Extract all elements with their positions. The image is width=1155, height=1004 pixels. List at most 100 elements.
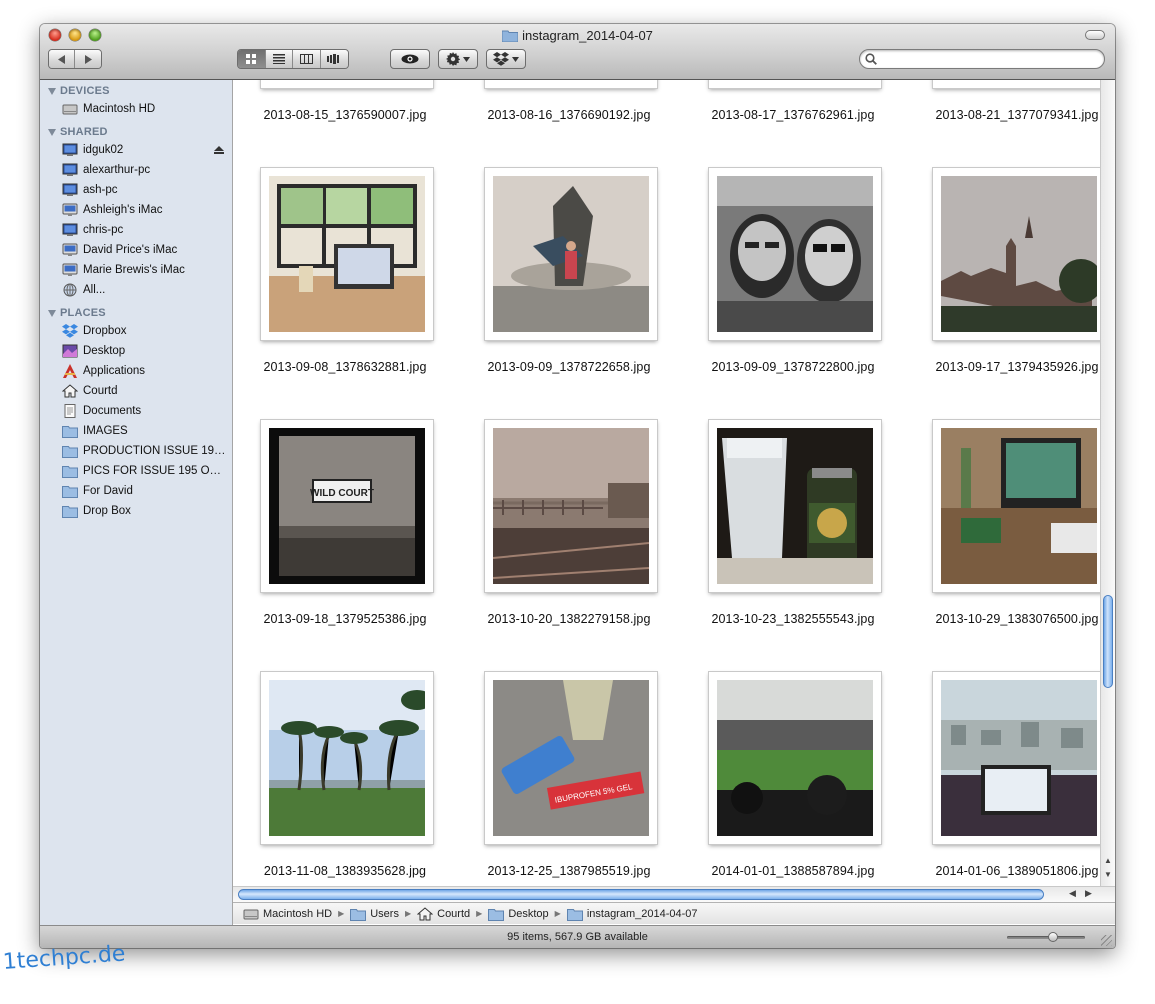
file-name-label[interactable]: 2013-10-20_1382279158.jpg [457,612,681,626]
file-item[interactable]: 2013-10-23_1382555543.jpg [681,420,905,672]
sidebar-item[interactable]: Marie Brewis's iMac [40,260,232,280]
back-button[interactable] [49,50,76,68]
thumbnail[interactable] [933,168,1105,340]
file-name-label[interactable]: 2013-09-18_1379525386.jpg [233,612,457,626]
file-item[interactable]: 2013-09-08_1378632881.jpg [233,168,457,420]
dropbox-menu-button[interactable] [486,49,526,69]
scroll-left-arrow-icon[interactable]: ◀ [1069,888,1076,899]
sidebar-item[interactable]: IMAGES [40,421,232,441]
file-item[interactable]: 2013-08-15_1376590007.jpg [233,80,457,168]
thumbnail[interactable] [933,80,1105,88]
sidebar-item[interactable]: Ashleigh's iMac [40,200,232,220]
thumbnail[interactable] [709,80,881,88]
vertical-scroll-thumb[interactable] [1103,595,1113,688]
path-crumb[interactable]: Desktop [488,907,549,921]
file-name-label[interactable]: 2013-11-08_1383935628.jpg [233,864,457,878]
scroll-down-arrow-icon[interactable]: ▼ [1104,870,1112,879]
horizontal-scroll-thumb[interactable] [238,889,1044,900]
sidebar-header-shared[interactable]: SHARED [40,124,232,140]
thumbnail[interactable] [261,672,433,844]
file-item[interactable]: 2013-09-09_1378722658.jpg [457,168,681,420]
thumbnail[interactable] [485,80,657,88]
disclosure-triangle-icon[interactable] [48,128,56,136]
thumbnail[interactable] [933,672,1105,844]
thumbnail[interactable] [485,420,657,592]
thumbnail[interactable] [485,168,657,340]
toolbar-toggle-button[interactable] [1085,30,1105,40]
horizontal-scrollbar[interactable]: ◀ ▶ [233,886,1115,902]
file-item[interactable]: 2013-08-21_1377079341.jpg [905,80,1115,168]
path-crumb[interactable]: Courtd [416,906,470,921]
sidebar-item[interactable]: idguk02 [40,140,232,160]
icon-size-slider-knob[interactable] [1047,932,1058,942]
sidebar-item[interactable]: David Price's iMac [40,240,232,260]
column-view-button[interactable] [293,50,321,68]
sidebar-item[interactable]: Dropbox [40,321,232,341]
file-name-label[interactable]: 2014-01-01_1388587894.jpg [681,864,905,878]
file-item[interactable]: 2013-10-29_1383076500.jpg [905,420,1115,672]
sidebar-item[interactable]: PICS FOR ISSUE 195 OCT... [40,461,232,481]
file-item[interactable]: IBUPROFEN 5% GEL 2013-12-25_1387985519.jp… [457,672,681,886]
thumbnail[interactable] [709,420,881,592]
thumbnail[interactable] [709,672,881,844]
file-item[interactable]: WILD COURT 2013-09-18_1379525386.jpg [233,420,457,672]
file-name-label[interactable]: 2013-12-25_1387985519.jpg [457,864,681,878]
quick-look-button[interactable] [390,49,430,69]
file-name-label[interactable]: 2013-09-09_1378722658.jpg [457,360,681,374]
icon-size-slider[interactable] [1007,932,1085,942]
file-name-label[interactable]: 2013-09-17_1379435926.jpg [905,360,1115,374]
file-item[interactable]: 2013-10-20_1382279158.jpg [457,420,681,672]
file-name-label[interactable]: 2013-09-09_1378722800.jpg [681,360,905,374]
sidebar-item[interactable]: For David [40,481,232,501]
file-name-label[interactable]: 2014-01-06_1389051806.jpg [905,864,1115,878]
eject-icon[interactable] [214,146,224,154]
file-item[interactable]: 2013-09-09_1378722800.jpg [681,168,905,420]
sidebar-header-devices[interactable]: DEVICES [40,83,232,99]
search-field[interactable] [859,49,1105,69]
path-crumb[interactable]: Users [350,907,399,921]
file-item[interactable]: 2013-08-17_1376762961.jpg [681,80,905,168]
sidebar-item[interactable]: PRODUCTION ISSUE 195 ... [40,441,232,461]
icon-view-button[interactable] [238,50,266,68]
forward-button[interactable] [75,50,101,68]
file-item[interactable]: 2014-01-01_1388587894.jpg [681,672,905,886]
search-input[interactable] [880,51,1099,69]
thumbnail[interactable]: WILD COURT [261,420,433,592]
scroll-right-arrow-icon[interactable]: ▶ [1085,888,1092,899]
file-name-label[interactable]: 2013-08-17_1376762961.jpg [681,108,905,122]
sidebar-item[interactable]: ash-pc [40,180,232,200]
sidebar-item[interactable]: Desktop [40,341,232,361]
thumbnail[interactable] [261,80,433,88]
sidebar-item[interactable]: All... [40,280,232,300]
thumbnail[interactable] [709,168,881,340]
sidebar-item[interactable]: alexarthur-pc [40,160,232,180]
thumbnail[interactable] [933,420,1105,592]
sidebar-item[interactable]: Drop Box [40,501,232,521]
file-name-label[interactable]: 2013-10-29_1383076500.jpg [905,612,1115,626]
scroll-up-arrow-icon[interactable]: ▲ [1104,856,1112,865]
action-menu-button[interactable] [438,49,478,69]
file-item[interactable]: 2013-08-16_1376690192.jpg [457,80,681,168]
disclosure-triangle-icon[interactable] [48,309,56,317]
sidebar-item[interactable]: Courtd [40,381,232,401]
thumbnail[interactable] [261,168,433,340]
coverflow-view-button[interactable] [320,50,348,68]
sidebar-item[interactable]: chris-pc [40,220,232,240]
sidebar-item[interactable]: Applications [40,361,232,381]
disclosure-triangle-icon[interactable] [48,87,56,95]
path-crumb[interactable]: Macintosh HD [243,907,332,921]
file-name-label[interactable]: 2013-08-15_1376590007.jpg [233,108,457,122]
vertical-scrollbar[interactable]: ▲ ▼ [1100,80,1115,886]
file-name-label[interactable]: 2013-08-16_1376690192.jpg [457,108,681,122]
icon-view-grid[interactable]: 2013-08-15_1376590007.jpg 2013-08-16_1376… [233,80,1115,886]
file-name-label[interactable]: 2013-09-08_1378632881.jpg [233,360,457,374]
file-item[interactable]: 2013-09-17_1379435926.jpg [905,168,1115,420]
file-item[interactable]: 2013-11-08_1383935628.jpg [233,672,457,886]
resize-grip-icon[interactable] [1101,935,1112,946]
file-name-label[interactable]: 2013-08-21_1377079341.jpg [905,108,1115,122]
sidebar-item[interactable]: Macintosh HD [40,99,232,119]
file-item[interactable]: 2014-01-06_1389051806.jpg [905,672,1115,886]
sidebar-header-places[interactable]: PLACES [40,305,232,321]
sidebar-item[interactable]: Documents [40,401,232,421]
path-crumb[interactable]: instagram_2014-04-07 [566,907,698,921]
